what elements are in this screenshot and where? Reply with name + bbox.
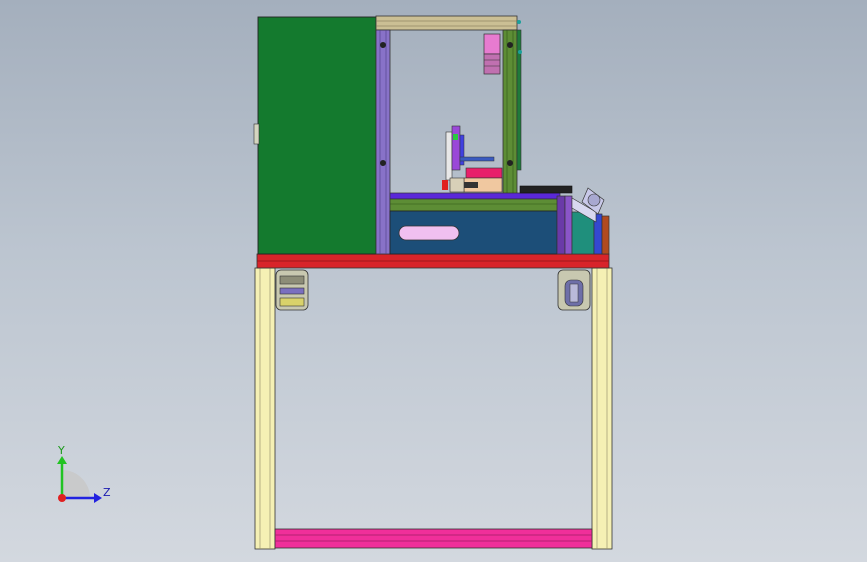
bottom-crossbar[interactable]	[274, 528, 593, 549]
right-leg[interactable]	[591, 267, 613, 550]
x-axis-dot	[58, 494, 66, 502]
cad-viewport[interactable]: Y Z	[0, 0, 867, 562]
model-view[interactable]: Y Z	[0, 0, 867, 562]
side-panels[interactable]	[556, 187, 610, 255]
front-tray[interactable]	[389, 210, 558, 255]
inner-mechanism[interactable]	[442, 125, 503, 193]
left-leg[interactable]	[254, 267, 276, 550]
y-axis-label: Y	[57, 444, 65, 457]
right-caster[interactable]	[557, 269, 591, 311]
coordinate-triad[interactable]: Y Z	[57, 444, 111, 503]
z-axis-label: Z	[103, 486, 111, 499]
pneumatic-cylinder[interactable]	[483, 33, 501, 75]
cabinet-door[interactable]	[253, 16, 377, 255]
table-stand[interactable]	[254, 267, 613, 550]
tray-handle-slot[interactable]	[398, 225, 460, 241]
left-caster[interactable]	[275, 269, 309, 311]
triad-quadrant	[62, 470, 90, 498]
